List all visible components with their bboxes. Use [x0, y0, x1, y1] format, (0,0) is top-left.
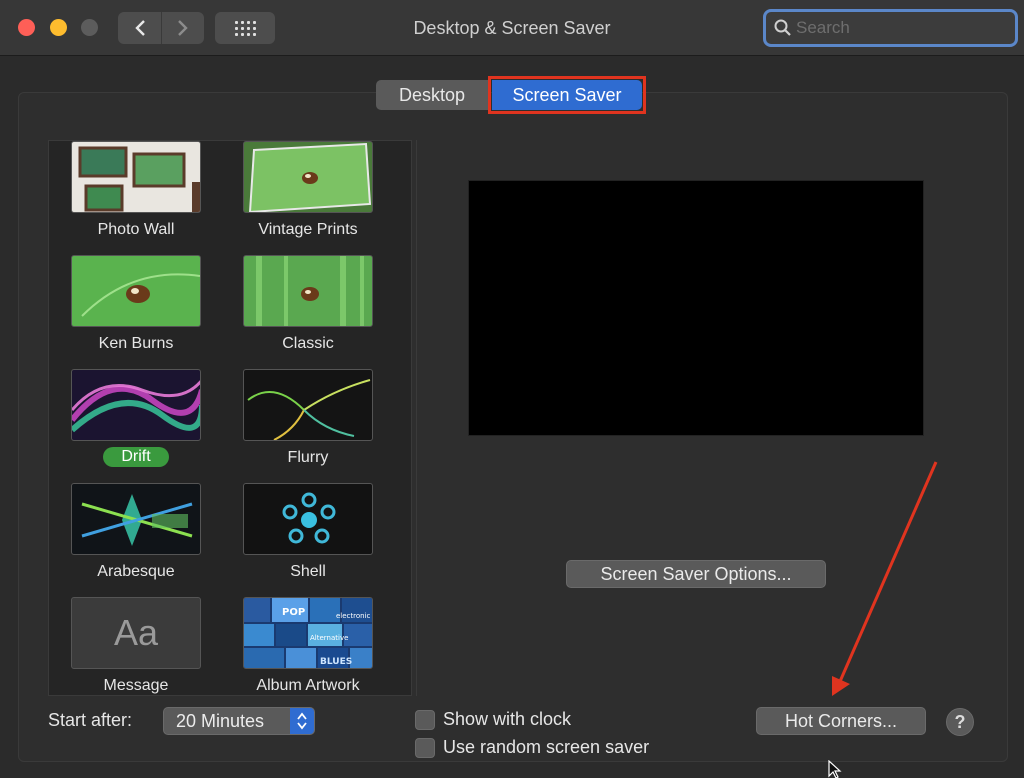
random-saver-label: Use random screen saver [443, 737, 650, 757]
tab-highlight-annotation: Screen Saver [488, 76, 646, 114]
tab-bar: Desktop Screen Saver [376, 76, 646, 114]
show-with-clock-label: Show with clock [443, 709, 572, 729]
close-window-button[interactable] [18, 19, 35, 36]
message-thumbnail: Aa [71, 597, 201, 669]
list-item-vintage-prints[interactable]: Vintage Prints [238, 141, 378, 255]
zoom-window-button[interactable] [81, 19, 98, 36]
help-button[interactable]: ? [946, 708, 974, 736]
tab-desktop[interactable]: Desktop [376, 80, 488, 110]
chevron-right-icon [178, 20, 188, 36]
show-with-clock-option[interactable]: Show with clock [415, 709, 571, 730]
start-after-select[interactable]: 20 Minutes [163, 707, 315, 735]
list-item-shell[interactable]: Shell [238, 483, 378, 597]
saver-label: Arabesque [97, 563, 175, 580]
list-item-photo-wall[interactable]: Photo Wall [66, 141, 206, 255]
mouse-cursor-icon [828, 760, 842, 778]
saver-label: Album Artwork [256, 677, 360, 694]
show-with-clock-checkbox[interactable] [415, 709, 435, 730]
vintage-prints-thumbnail [243, 141, 373, 213]
classic-thumbnail [243, 255, 373, 327]
list-item-drift[interactable]: Drift [66, 369, 206, 483]
hot-corners-button[interactable]: Hot Corners... [756, 707, 926, 735]
album-artwork-thumbnail: POP Alternative electronic BLUES [243, 597, 373, 669]
start-after-value: 20 Minutes [176, 711, 265, 731]
saver-label: Shell [290, 563, 326, 580]
start-after-label: Start after: [48, 710, 133, 730]
saver-label: Ken Burns [98, 335, 174, 352]
screen-saver-options-button[interactable]: Screen Saver Options... [566, 560, 826, 588]
list-item-arabesque[interactable]: Arabesque [66, 483, 206, 597]
forward-button[interactable] [161, 12, 204, 44]
search-field[interactable] [763, 9, 1018, 47]
list-item-flurry[interactable]: Flurry [238, 369, 378, 483]
random-saver-checkbox[interactable] [415, 737, 435, 758]
saver-label: Photo Wall [97, 221, 175, 238]
search-input[interactable] [796, 18, 996, 38]
search-icon [774, 19, 791, 36]
saver-label: Flurry [287, 449, 329, 466]
list-item-ken-burns[interactable]: Ken Burns [66, 255, 206, 369]
screen-saver-list[interactable]: Photo Wall Vintage Prints Ken Burns Clas… [48, 140, 412, 696]
grid-icon [234, 20, 256, 36]
list-item-album-artwork[interactable]: POP Alternative electronic BLUES Album A… [238, 597, 378, 695]
saver-label-selected: Drift [66, 447, 206, 467]
saver-label: Classic [282, 335, 334, 352]
chevron-left-icon [134, 20, 145, 36]
screen-saver-preview [468, 180, 924, 436]
flurry-thumbnail [243, 369, 373, 441]
tab-screen-saver[interactable]: Screen Saver [492, 80, 642, 110]
random-saver-option[interactable]: Use random screen saver [415, 737, 649, 758]
show-all-button[interactable] [215, 12, 275, 44]
album-tile-label: Alternative [310, 634, 348, 642]
album-tile-label: POP [282, 607, 305, 618]
saver-label: Message [103, 677, 169, 694]
minimize-window-button[interactable] [50, 19, 67, 36]
album-tile-label: electronic [336, 612, 371, 620]
arabesque-thumbnail [71, 483, 201, 555]
album-tile-label: BLUES [320, 657, 352, 667]
back-button[interactable] [118, 12, 161, 44]
navigation-buttons [118, 12, 204, 44]
shell-thumbnail [243, 483, 373, 555]
list-item-classic[interactable]: Classic [238, 255, 378, 369]
list-item-message[interactable]: Aa Message [66, 597, 206, 695]
drift-thumbnail [71, 369, 201, 441]
title-bar: Desktop & Screen Saver [0, 0, 1024, 56]
up-down-chevron-icon [290, 708, 314, 734]
photo-wall-thumbnail [71, 141, 201, 213]
saver-label: Vintage Prints [258, 221, 358, 238]
window-title: Desktop & Screen Saver [413, 18, 611, 38]
ken-burns-thumbnail [71, 255, 201, 327]
